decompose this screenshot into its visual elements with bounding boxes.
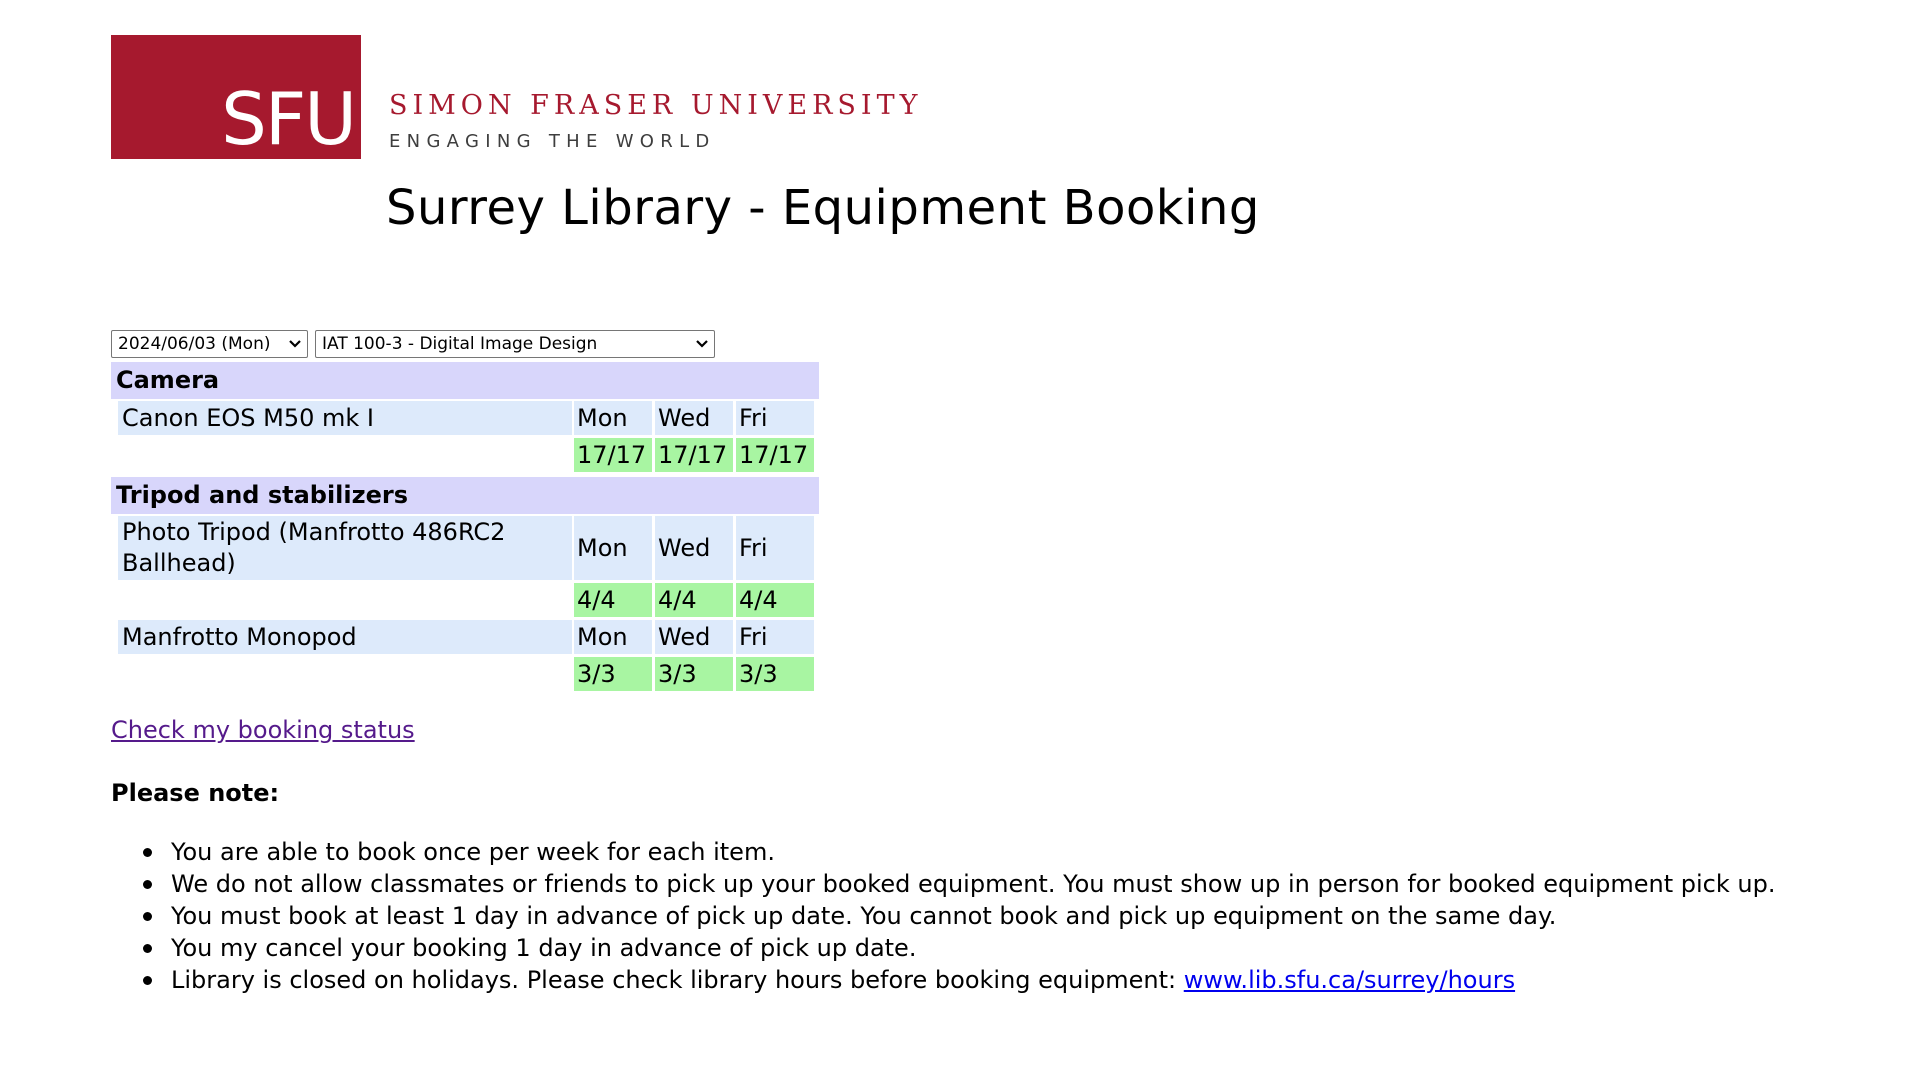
availability-mon[interactable]: 4/4 [574, 583, 652, 617]
notes-list: You are able to book once per week for e… [111, 836, 1775, 996]
availability-row-manfrotto-monopod: 3/3 3/3 3/3 [111, 657, 819, 691]
day-wed: Wed [655, 620, 733, 654]
availability-mon[interactable]: 3/3 [574, 657, 652, 691]
equipment-row-photo-tripod[interactable]: Photo Tripod (Manfrotto 486RC2 Ballhead)… [111, 516, 819, 580]
university-name: SIMON FRASER UNIVERSITY [389, 90, 923, 121]
bullet-icon [143, 976, 152, 985]
note-item: Library is closed on holidays. Please ch… [111, 964, 1775, 996]
date-select-value: 2024/06/03 (Mon) [118, 334, 271, 354]
availability-fri[interactable]: 3/3 [736, 657, 814, 691]
equipment-table: Camera Canon EOS M50 mk I Mon Wed Fri 17… [111, 360, 819, 691]
equipment-name[interactable]: Canon EOS M50 mk I [118, 401, 572, 435]
day-fri: Fri [736, 620, 814, 654]
day-mon: Mon [574, 620, 652, 654]
note-text: We do not allow classmates or friends to… [171, 870, 1776, 898]
availability-row-photo-tripod: 4/4 4/4 4/4 [111, 583, 819, 617]
check-booking-status-link[interactable]: Check my booking status [111, 714, 415, 746]
availability-wed[interactable]: 3/3 [655, 657, 733, 691]
note-text: You are able to book once per week for e… [171, 838, 775, 866]
sfu-logo: SFU [111, 35, 361, 159]
day-mon: Mon [574, 516, 652, 580]
note-text: You must book at least 1 day in advance … [171, 902, 1557, 930]
equipment-name-line2: Ballhead) [122, 549, 236, 577]
bullet-icon [143, 912, 152, 921]
note-item: We do not allow classmates or friends to… [111, 868, 1775, 900]
date-select[interactable]: 2024/06/03 (Mon) [111, 330, 308, 358]
sfu-logo-text: SFU [221, 77, 357, 161]
category-header-tripod: Tripod and stabilizers [111, 477, 819, 514]
equipment-name[interactable]: Manfrotto Monopod [118, 620, 572, 654]
category-header-camera: Camera [111, 362, 819, 399]
availability-row-canon-eos-m50: 17/17 17/17 17/17 [111, 438, 819, 472]
note-item: You must book at least 1 day in advance … [111, 900, 1775, 932]
bullet-icon [143, 848, 152, 857]
page-title: Surrey Library - Equipment Booking [386, 180, 1260, 236]
note-item: You are able to book once per week for e… [111, 836, 1775, 868]
chevron-down-icon [696, 340, 708, 348]
library-hours-link[interactable]: www.lib.sfu.ca/surrey/hours [1184, 966, 1515, 994]
day-mon: Mon [574, 401, 652, 435]
note-text: Library is closed on holidays. Please ch… [171, 966, 1184, 994]
page: SFU SIMON FRASER UNIVERSITY ENGAGING THE… [0, 0, 1920, 1080]
note-text: You my cancel your booking 1 day in adva… [171, 934, 917, 962]
chevron-down-icon [289, 340, 301, 348]
day-wed: Wed [655, 401, 733, 435]
availability-fri[interactable]: 4/4 [736, 583, 814, 617]
availability-mon[interactable]: 17/17 [574, 438, 652, 472]
course-select-value: IAT 100-3 - Digital Image Design [322, 334, 598, 354]
note-item: You my cancel your booking 1 day in adva… [111, 932, 1775, 964]
bullet-icon [143, 944, 152, 953]
notes-heading: Please note: [111, 779, 280, 807]
day-fri: Fri [736, 516, 814, 580]
day-fri: Fri [736, 401, 814, 435]
equipment-row-manfrotto-monopod[interactable]: Manfrotto Monopod Mon Wed Fri [111, 620, 819, 654]
availability-fri[interactable]: 17/17 [736, 438, 814, 472]
equipment-row-canon-eos-m50[interactable]: Canon EOS M50 mk I Mon Wed Fri [111, 401, 819, 435]
availability-wed[interactable]: 4/4 [655, 583, 733, 617]
course-select[interactable]: IAT 100-3 - Digital Image Design [315, 330, 715, 358]
bullet-icon [143, 880, 152, 889]
day-wed: Wed [655, 516, 733, 580]
university-tagline: ENGAGING THE WORLD [389, 131, 716, 152]
availability-wed[interactable]: 17/17 [655, 438, 733, 472]
equipment-name[interactable]: Photo Tripod (Manfrotto 486RC2 Ballhead) [118, 516, 572, 580]
equipment-name-line1: Photo Tripod (Manfrotto 486RC2 [122, 518, 506, 546]
